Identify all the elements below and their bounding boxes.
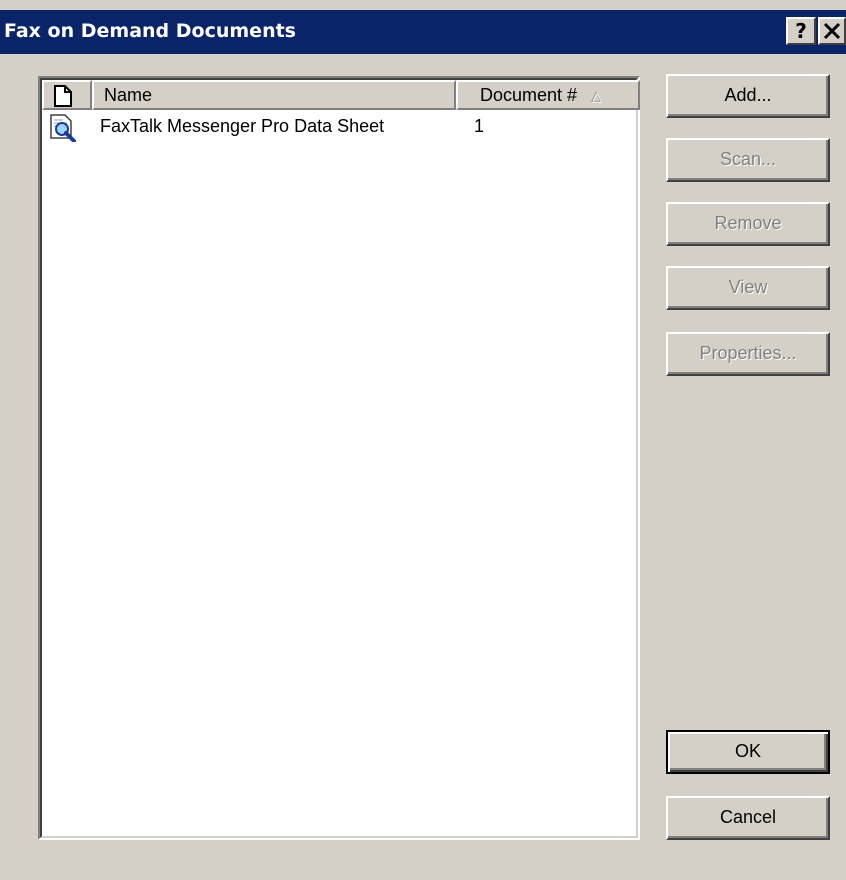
close-icon <box>823 22 841 40</box>
document-name: FaxTalk Messenger Pro Data Sheet <box>100 116 385 136</box>
list-item[interactable]: FaxTalk Messenger Pro Data Sheet 1 <box>42 112 636 142</box>
help-button[interactable]: ? <box>786 17 816 45</box>
cancel-button[interactable]: Cancel <box>666 796 830 840</box>
scan-button[interactable]: Scan... <box>666 138 830 182</box>
column-header-name-label: Name <box>104 85 153 105</box>
remove-button[interactable]: Remove <box>666 202 830 246</box>
column-header-document-number[interactable]: Document # △ <box>456 80 640 110</box>
fax-on-demand-dialog: Fax on Demand Documents ? Name Document … <box>0 0 846 880</box>
title-bar[interactable]: Fax on Demand Documents ? <box>0 10 846 54</box>
column-header-name[interactable]: Name <box>92 80 456 110</box>
document-icon <box>54 85 72 107</box>
view-button[interactable]: View <box>666 266 830 310</box>
documents-list[interactable]: Name Document # △ FaxTalk Messenger Pro … <box>38 76 640 840</box>
sort-ascending-icon: △ <box>592 89 603 104</box>
window-title: Fax on Demand Documents <box>4 20 296 42</box>
close-button[interactable] <box>818 17 846 45</box>
column-header-document-number-label: Document # <box>480 85 578 105</box>
add-button[interactable]: Add... <box>666 74 830 118</box>
properties-button[interactable]: Properties... <box>666 332 830 376</box>
list-header: Name Document # △ <box>42 80 640 110</box>
document-preview-icon <box>50 114 76 142</box>
column-header-icon[interactable] <box>42 80 92 110</box>
document-number: 1 <box>474 116 485 136</box>
ok-button[interactable]: OK <box>666 730 830 774</box>
